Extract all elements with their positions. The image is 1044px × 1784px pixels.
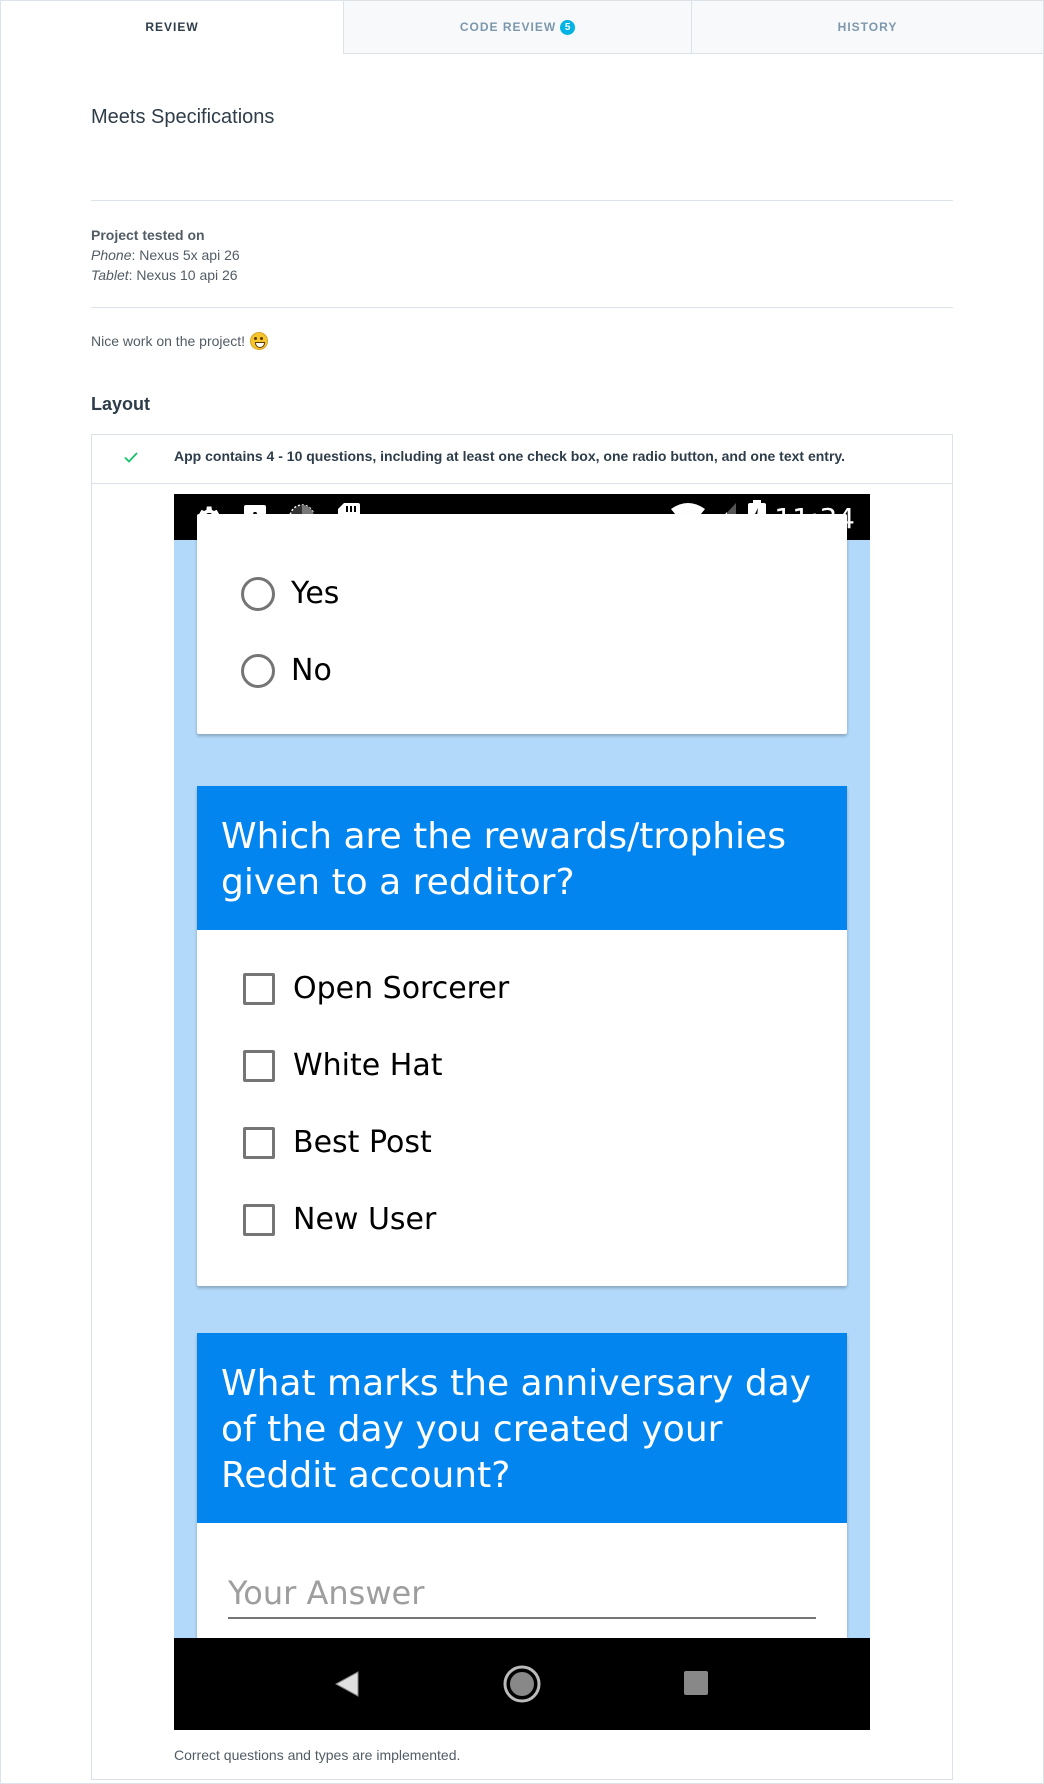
tablet-label: Tablet — [91, 267, 129, 283]
tested-heading: Project tested on — [91, 227, 205, 243]
reviewer-comment: Nice work on the project! — [91, 332, 269, 350]
question-card-checkbox: Which are the rewards/trophies given to … — [197, 786, 847, 1286]
recents-square-icon[interactable] — [683, 1670, 709, 1696]
question-header: What marks the anniversary day of the da… — [197, 1333, 847, 1523]
question-card-text: What marks the anniversary day of the da… — [197, 1333, 847, 1673]
rubric-header: App contains 4 - 10 questions, including… — [92, 435, 952, 484]
review-result-title: Meets Specifications — [91, 106, 275, 128]
app-screenshot: A 11:34 Yes No Which are the rewards/tro… — [174, 494, 870, 1730]
android-nav-bar — [174, 1638, 870, 1730]
comment-text: Nice work on the project! — [91, 333, 246, 349]
tab-bar: REVIEW CODE REVIEW 5 HISTORY — [1, 1, 1043, 54]
check-icon — [124, 452, 138, 463]
radio-option-yes[interactable]: Yes — [241, 576, 339, 611]
divider — [91, 200, 953, 201]
tested-on-block: Project tested on Phone: Nexus 5x api 26… — [91, 225, 240, 285]
tablet-value: : Nexus 10 api 26 — [128, 267, 238, 283]
radio-button[interactable] — [241, 653, 275, 688]
tab-history-label: HISTORY — [837, 20, 898, 34]
tab-code-review-label: CODE REVIEW — [459, 20, 557, 34]
checkbox-option-best-post[interactable]: Best Post — [241, 1125, 432, 1160]
checkbox[interactable] — [243, 1203, 275, 1236]
checkbox-option-white-hat[interactable]: White Hat — [241, 1048, 442, 1083]
question-card-radio: Yes No — [197, 514, 847, 734]
phone-value: : Nexus 5x api 26 — [131, 247, 240, 263]
radio-option-no[interactable]: No — [241, 653, 332, 688]
checkbox[interactable] — [243, 972, 275, 1005]
radio-button[interactable] — [241, 576, 275, 611]
option-label: New User — [293, 1202, 437, 1237]
question-header: Which are the rewards/trophies given to … — [197, 786, 847, 930]
option-label: White Hat — [293, 1048, 443, 1083]
divider — [91, 307, 953, 308]
tab-code-review[interactable]: CODE REVIEW 5 — [343, 1, 691, 54]
checkbox-option-open-sorcerer[interactable]: Open Sorcerer — [241, 971, 509, 1006]
smile-emoji-icon — [250, 332, 269, 350]
checkbox[interactable] — [243, 1126, 275, 1159]
code-review-count-badge: 5 — [560, 19, 576, 35]
tab-review-label: REVIEW — [145, 20, 199, 34]
section-title: Layout — [91, 394, 151, 414]
option-label: Yes — [291, 576, 340, 611]
reviewer-note: Correct questions and types are implemen… — [174, 1747, 461, 1763]
checkbox-option-new-user[interactable]: New User — [241, 1202, 436, 1237]
tab-review[interactable]: REVIEW — [1, 1, 343, 54]
phone-label: Phone — [91, 247, 132, 263]
option-label: Open Sorcerer — [293, 971, 510, 1006]
tab-history[interactable]: HISTORY — [691, 1, 1043, 54]
checkbox[interactable] — [243, 1049, 275, 1082]
home-circle-icon[interactable] — [503, 1665, 541, 1703]
rubric-criteria: App contains 4 - 10 questions, including… — [174, 448, 846, 464]
back-triangle-icon[interactable] — [334, 1670, 360, 1698]
option-label: Best Post — [293, 1125, 432, 1160]
answer-input[interactable] — [228, 1569, 816, 1619]
option-label: No — [291, 653, 332, 688]
